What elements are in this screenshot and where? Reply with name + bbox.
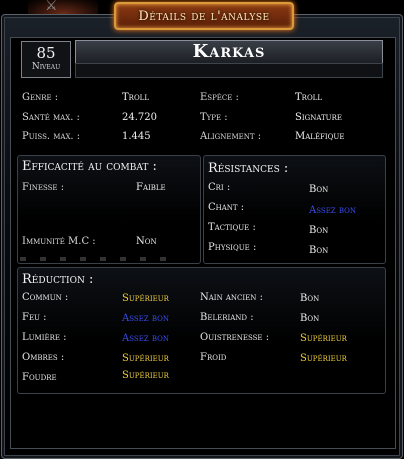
red-froid-label: Froid [200, 352, 227, 363]
res-cri-label: Cri : [208, 182, 231, 193]
res-tactique-label: Tactique : [208, 222, 256, 233]
red-feu-value: Assez bon [122, 313, 169, 324]
red-nain-label: Nain ancien : [200, 292, 263, 303]
truncated-row [20, 257, 180, 261]
genre-value: Troll [122, 92, 149, 103]
red-beleriand-value: Bon [300, 313, 320, 324]
red-beleriand-label: Beleriand : [200, 312, 254, 323]
level-label: Niveau [31, 62, 61, 72]
red-lumiere-value: Assez bon [122, 333, 169, 344]
reduction-title: Réduction : [22, 272, 94, 287]
espece-value: Troll [295, 92, 322, 103]
red-nain-value: Bon [300, 293, 320, 304]
alignement-value: Maléfique [295, 131, 345, 142]
red-foudre-label: Foudre [22, 372, 57, 383]
sante-label: Santé max. : [22, 112, 80, 123]
res-chant-value: Assez bon [309, 205, 356, 216]
puiss-value: 1.445 [122, 131, 151, 142]
genre-label: Genre : [22, 92, 59, 103]
red-ombres-label: Ombres : [22, 352, 65, 363]
combat-title: Efficacité au combat : [22, 159, 157, 174]
red-commun-value: Supérieur [122, 293, 169, 304]
alignement-label: Alignement : [200, 131, 262, 142]
res-chant-label: Chant : [208, 202, 245, 213]
res-physique-value: Bon [309, 245, 329, 256]
sword-icon: ⚔ [45, 0, 58, 14]
res-physique-label: Physique : [208, 242, 257, 253]
red-foudre-value: Supérieur [122, 370, 169, 381]
top-ornament: ⚔ [28, 0, 98, 14]
red-lumiere-label: Lumière : [22, 332, 67, 343]
finesse-label: Finesse : [22, 182, 65, 193]
name-subbar [75, 63, 383, 78]
type-label: Type : [200, 112, 228, 123]
window-title[interactable]: Détails de l'analyse [114, 2, 294, 30]
creature-name: Karkas [75, 40, 383, 64]
finesse-value: Faible [136, 182, 166, 193]
res-cri-value: Bon [309, 184, 329, 195]
type-value: Signature [295, 112, 342, 123]
red-ouistrenesse-value: Supérieur [300, 333, 347, 344]
resistances-title: Résistances : [208, 161, 289, 176]
puiss-label: Puiss. max. : [22, 131, 81, 142]
immunite-label: Immunité M.C : [22, 236, 96, 247]
level-badge: 85 Niveau [21, 41, 71, 78]
red-ouistrenesse-label: Ouistrenesse : [200, 332, 270, 343]
red-froid-value: Supérieur [300, 353, 347, 364]
immunite-value: Non [136, 236, 157, 247]
espece-label: Espèce : [200, 92, 239, 103]
red-commun-label: Commun : [22, 292, 69, 303]
sante-value: 24.720 [122, 112, 157, 123]
red-feu-label: Feu : [22, 312, 47, 323]
level-value: 85 [36, 44, 56, 62]
res-tactique-value: Bon [309, 225, 329, 236]
red-ombres-value: Supérieur [122, 353, 169, 364]
